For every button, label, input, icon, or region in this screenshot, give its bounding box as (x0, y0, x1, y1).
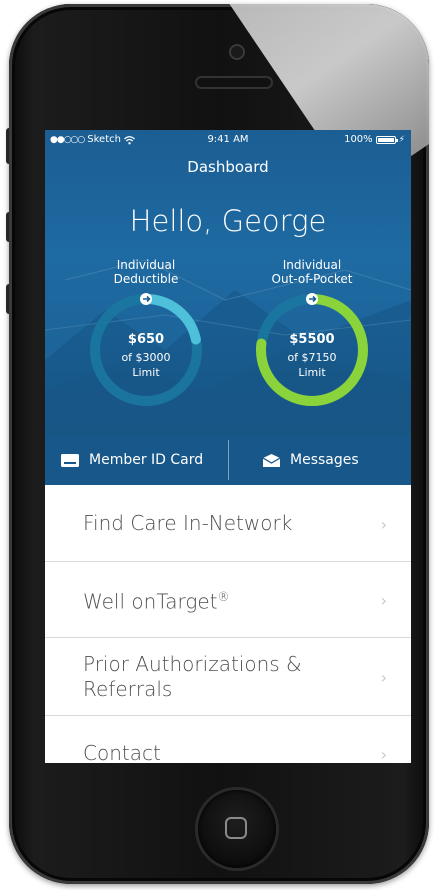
gauge-amount: $650 (128, 332, 164, 347)
nav-title: Dashboard (187, 158, 269, 176)
action-bar: Member ID Card Messages (45, 436, 411, 485)
deductible-gauge[interactable]: Individual Deductible $650 of $3000 Limi… (76, 258, 216, 410)
dashboard-header: ●●○○○ Sketch 9:41 AM 100% ⚡ Dashboard He… (45, 130, 411, 485)
battery-icon (375, 136, 398, 144)
gauge-limit-label: Limit (132, 366, 160, 379)
gauge-label: Individual Out-of-Pocket (271, 258, 353, 286)
member-id-card-button[interactable]: Member ID Card (61, 436, 221, 484)
status-bar: ●●○○○ Sketch 9:41 AM 100% ⚡ (45, 130, 411, 150)
chevron-right-icon: › (380, 590, 387, 610)
out-of-pocket-ring: $5500 of $7150 Limit (256, 293, 368, 406)
front-camera (231, 46, 243, 58)
menu-item-well-ontarget[interactable]: Well onTarget® › (45, 562, 411, 638)
gauge-limit-label: Limit (298, 366, 326, 379)
chevron-right-icon: › (380, 514, 387, 534)
charging-icon: ⚡ (398, 135, 405, 145)
out-of-pocket-gauge[interactable]: Individual Out-of-Pocket $5500 of $7150 … (242, 258, 382, 410)
action-divider (228, 440, 229, 480)
envelope-icon (263, 453, 280, 467)
menu-item-contact[interactable]: Contact › (45, 716, 411, 763)
app-screen: ●●○○○ Sketch 9:41 AM 100% ⚡ Dashboard He… (45, 130, 411, 763)
member-id-card-label: Member ID Card (89, 452, 204, 468)
id-card-icon (61, 453, 79, 467)
gauge-of-limit: of $7150 (287, 351, 336, 364)
messages-button[interactable]: Messages (263, 436, 403, 484)
chevron-right-icon: › (380, 744, 387, 764)
menu-item-label: Prior Authorizations & Referrals (83, 651, 302, 701)
menu-item-label: Find Care In-Network (83, 511, 293, 535)
menu-item-label: Contact (83, 741, 161, 763)
gauge-of-limit: of $3000 (121, 351, 170, 364)
menu-item-prior-authorizations[interactable]: Prior Authorizations & Referrals › (45, 638, 411, 716)
registered-mark: ® (217, 589, 230, 604)
messages-label: Messages (290, 452, 359, 468)
status-battery: 100% ⚡ (344, 130, 405, 150)
home-button[interactable] (198, 790, 276, 868)
home-square-icon (225, 817, 247, 839)
battery-percent: 100% (344, 134, 373, 145)
earpiece-speaker (197, 78, 271, 87)
menu-list: Find Care In-Network › Well onTarget® › … (45, 486, 411, 763)
deductible-ring: $650 of $3000 Limit (90, 293, 202, 406)
device-mockup: ●●○○○ Sketch 9:41 AM 100% ⚡ Dashboard He… (0, 0, 436, 890)
gauge-amount: $5500 (289, 332, 334, 347)
greeting: Hello, George (129, 204, 327, 238)
menu-item-label: Well onTarget® (83, 589, 230, 614)
gauge-label: Individual Deductible (113, 258, 179, 286)
chevron-right-icon: › (380, 667, 387, 687)
menu-item-find-care[interactable]: Find Care In-Network › (45, 486, 411, 562)
